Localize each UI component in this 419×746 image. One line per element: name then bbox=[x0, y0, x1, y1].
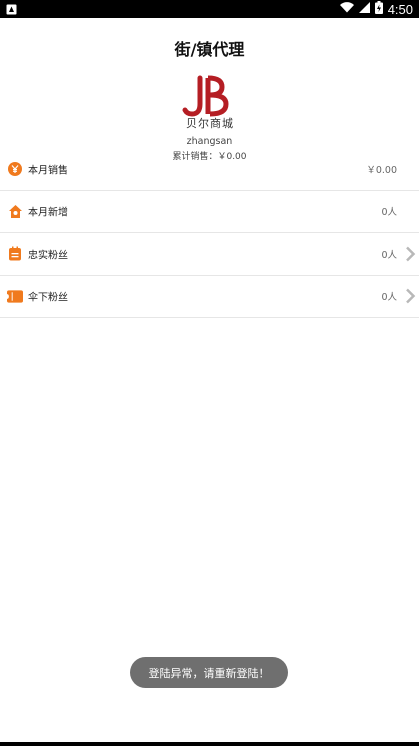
yen-icon bbox=[7, 161, 23, 177]
list-item-downline-fans[interactable]: 伞下粉丝 0人 bbox=[0, 276, 419, 318]
row-label: 忠实粉丝 bbox=[28, 250, 68, 262]
row-value: 0人 bbox=[381, 249, 397, 261]
row-value: 0人 bbox=[381, 292, 397, 304]
page-title: 街/镇代理 bbox=[174, 40, 245, 59]
navigation-bar bbox=[0, 742, 419, 746]
chevron-right-icon bbox=[404, 246, 416, 262]
list-item-monthly-sales: 本月销售 ￥0.00 bbox=[0, 148, 419, 191]
row-value: 0人 bbox=[381, 207, 397, 219]
battery-icon bbox=[374, 1, 383, 17]
signal-icon bbox=[358, 2, 370, 16]
list-item-loyal-fans[interactable]: 忠实粉丝 0人 bbox=[0, 233, 419, 276]
calendar-icon bbox=[7, 246, 23, 262]
row-value: ￥0.00 bbox=[366, 164, 397, 176]
ticket-icon bbox=[7, 288, 23, 304]
chevron-right-icon bbox=[404, 288, 416, 304]
stats-list: 本月销售 ￥0.00 本月新增 0人 忠实粉丝 0人 伞下粉丝 0人 bbox=[0, 148, 419, 318]
brand-logo: 贝尔商城 bbox=[178, 74, 242, 130]
list-item-monthly-new: 本月新增 0人 bbox=[0, 191, 419, 233]
row-label: 本月销售 bbox=[28, 165, 68, 177]
status-bar: 4:50 bbox=[0, 0, 419, 18]
logo-brand-text: 贝尔商城 bbox=[186, 116, 234, 130]
row-label: 本月新增 bbox=[28, 207, 68, 219]
status-time: 4:50 bbox=[387, 1, 413, 17]
notification-icon bbox=[6, 0, 17, 19]
username: zhangsan bbox=[186, 136, 233, 147]
wifi-icon bbox=[339, 2, 354, 16]
row-label: 伞下粉丝 bbox=[28, 292, 68, 304]
toast-message: 登陆异常，请重新登陆！ bbox=[130, 657, 288, 688]
home-icon bbox=[7, 203, 23, 219]
